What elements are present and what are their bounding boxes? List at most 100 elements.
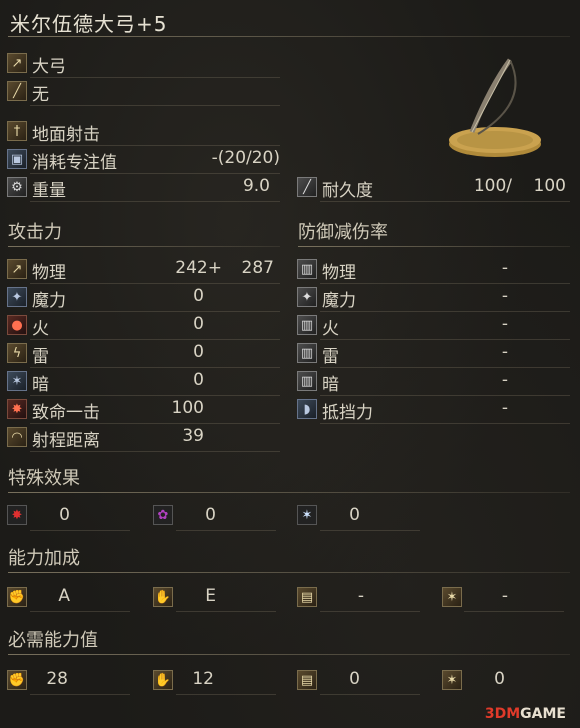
row-divider — [320, 395, 570, 396]
attack-label: 物理 — [32, 263, 66, 283]
scaling-divider — [8, 572, 570, 573]
attack-label: 射程距离 — [32, 431, 100, 451]
defense-value: - — [501, 370, 508, 390]
requirement-value: 0 — [349, 669, 360, 689]
row-divider — [320, 201, 570, 202]
row-divider — [320, 611, 420, 612]
lightning-attack-icon: ϟ — [7, 343, 27, 363]
attack-label: 暗 — [32, 375, 49, 395]
fp-value: -(20/20) — [211, 148, 280, 168]
row-divider — [30, 367, 280, 368]
row-divider — [320, 339, 570, 340]
defense-label: 雷 — [322, 347, 339, 367]
durability-label: 耐久度 — [322, 181, 373, 201]
strength-icon: ✊ — [7, 670, 27, 690]
attack-extra: 287 — [241, 258, 274, 278]
skill-label: 地面射击 — [32, 125, 100, 145]
attack-divider — [8, 246, 280, 247]
faith-icon: ✶ — [442, 587, 462, 607]
defense-value: - — [501, 342, 508, 362]
fire-attack-icon: ● — [7, 315, 27, 335]
infusion-label: 无 — [32, 85, 49, 105]
watermark-part1: 3DM — [484, 706, 521, 722]
requirement-value: 0 — [494, 669, 505, 689]
defense-label: 物理 — [322, 263, 356, 283]
attack-value: 100 — [171, 398, 204, 418]
dexterity-icon: ✋ — [153, 670, 173, 690]
weight-value: 9.0 — [242, 176, 270, 196]
durability-max: 100 — [533, 176, 566, 196]
row-divider — [30, 201, 280, 202]
attack-label: 火 — [32, 319, 49, 339]
effect-value: 0 — [59, 505, 70, 525]
watermark-logo: 3DMGAME — [485, 706, 566, 722]
dexterity-icon: ✋ — [153, 587, 173, 607]
fp-label: 消耗专注值 — [32, 153, 117, 173]
strength-icon: ✊ — [7, 587, 27, 607]
weight-label: 重量 — [32, 181, 66, 201]
weapon-type-label: 大弓 — [32, 57, 66, 77]
scaling-value: A — [58, 586, 70, 606]
fire-defense-icon: ▥ — [297, 315, 317, 335]
row-divider — [30, 530, 130, 531]
frost-icon[interactable]: ✶ — [297, 505, 317, 525]
attack-header: 攻击力 — [8, 222, 62, 243]
attack-label: 致命一击 — [32, 403, 100, 423]
critical-icon: ✸ — [7, 399, 27, 419]
lightning-defense-icon: ▥ — [297, 343, 317, 363]
defense-value: - — [501, 258, 508, 278]
effect-value: 0 — [349, 505, 360, 525]
defense-label: 魔力 — [322, 291, 356, 311]
weapon-title: 米尔伍德大弓+5 — [10, 12, 168, 36]
attack-value: 0 — [193, 286, 204, 306]
durability-value: 100/ — [473, 176, 512, 196]
defense-value: - — [501, 314, 508, 334]
defense-value: - — [501, 286, 508, 306]
title-divider — [8, 36, 570, 37]
row-divider — [30, 311, 280, 312]
row-divider — [176, 611, 276, 612]
attack-value: 242+ — [175, 258, 222, 278]
durability-icon: ╱ — [297, 177, 317, 197]
weapon-type-icon: ↗ — [7, 53, 27, 73]
row-divider — [320, 283, 570, 284]
row-divider — [320, 423, 570, 424]
row-divider — [30, 611, 130, 612]
attack-value: 0 — [193, 314, 204, 334]
attack-label: 魔力 — [32, 291, 66, 311]
bleed-icon[interactable]: ✸ — [7, 505, 27, 525]
defense-label: 火 — [322, 319, 339, 339]
row-divider — [30, 173, 280, 174]
physical-defense-icon: ▥ — [297, 259, 317, 279]
row-divider — [30, 105, 280, 106]
fp-icon: ▣ — [7, 149, 27, 169]
requirement-value: 28 — [46, 669, 68, 689]
effects-header: 特殊效果 — [8, 468, 80, 489]
requirement-value: 12 — [192, 669, 214, 689]
physical-attack-icon: ↗ — [7, 259, 27, 279]
row-divider — [30, 145, 280, 146]
effect-value: 0 — [205, 505, 216, 525]
row-divider — [30, 694, 130, 695]
poison-icon[interactable]: ✿ — [153, 505, 173, 525]
magic-defense-icon: ✦ — [297, 287, 317, 307]
range-icon: ◠ — [7, 427, 27, 447]
row-divider — [320, 694, 420, 695]
defense-header: 防御减伤率 — [298, 222, 388, 243]
faith-icon: ✶ — [442, 670, 462, 690]
row-divider — [30, 339, 280, 340]
requirements-header: 必需能力值 — [8, 630, 98, 651]
skill-icon: † — [7, 121, 27, 141]
infusion-icon: ╱ — [7, 81, 27, 101]
row-divider — [30, 451, 280, 452]
row-divider — [30, 77, 280, 78]
defense-label: 抵挡力 — [322, 403, 373, 423]
attack-value: 0 — [193, 370, 204, 390]
weapon-image — [449, 58, 541, 157]
magic-attack-icon: ✦ — [7, 287, 27, 307]
row-divider — [320, 367, 570, 368]
scaling-value: - — [501, 586, 508, 606]
watermark-part2: GAME — [520, 706, 566, 722]
row-divider — [30, 423, 280, 424]
attack-value: 0 — [193, 342, 204, 362]
